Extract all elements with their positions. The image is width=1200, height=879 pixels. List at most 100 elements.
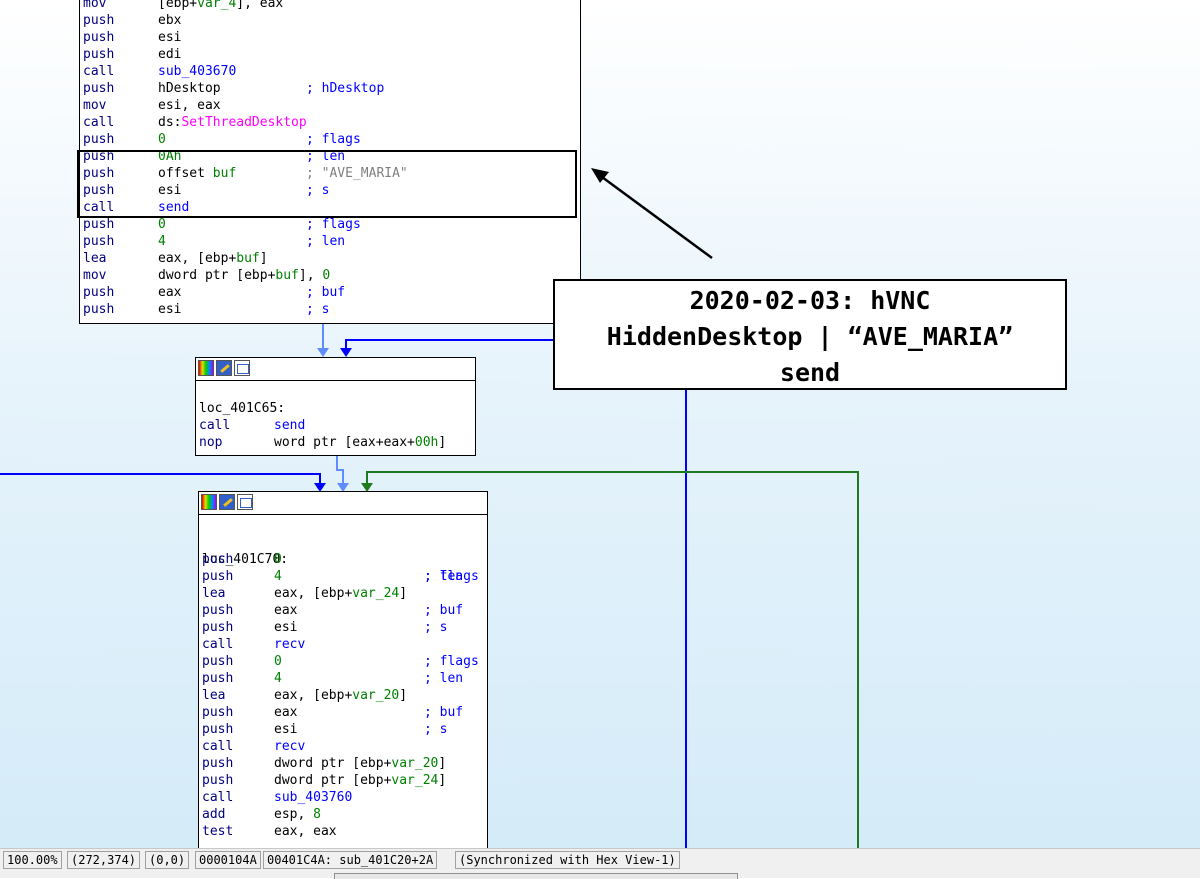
operand: ds:SetThreadDesktop: [158, 115, 307, 130]
comment: ; flags: [306, 132, 361, 147]
asm-line[interactable]: lea eax, [ebp+var_20]: [202, 687, 407, 704]
asm-line[interactable]: call sub_403760: [202, 789, 352, 806]
code-block-loc-401c70[interactable]: loc_401C70: ; flags push 0 push 4 ; len lea ea…: [198, 491, 488, 848]
annotation-arrow: [601, 175, 713, 260]
node-header: [196, 358, 475, 381]
operand: ebx: [158, 13, 182, 28]
mnemonic: push: [83, 302, 115, 317]
mnemonic: add: [202, 807, 226, 822]
operand: sub_403670: [158, 64, 237, 79]
operand: hDesktop: [158, 81, 221, 96]
operand: recv: [274, 739, 306, 754]
edge-arrowhead: [317, 348, 329, 357]
operand: eax: [274, 705, 298, 720]
operand: dword ptr [ebp+buf], 0: [158, 268, 331, 283]
operand: 0Ah: [158, 149, 182, 164]
operand: dword ptr [ebp+var_24]: [274, 773, 447, 788]
graph-view[interactable]: mov [ebp+var_4], eax push ebx push esi push edi…: [0, 0, 1200, 848]
mnemonic: push: [202, 722, 234, 737]
operand: esi: [158, 30, 182, 45]
mnemonic: test: [202, 824, 234, 839]
asm-line[interactable]: lea eax, [ebp+var_24]: [202, 585, 407, 602]
asm-line[interactable]: push eax ; buf: [202, 602, 463, 619]
mnemonic: push: [83, 149, 115, 164]
asm-line[interactable]: push esi ; s: [202, 619, 447, 636]
operand: esi: [158, 183, 182, 198]
mnemonic: lea: [202, 586, 226, 601]
mnemonic: call: [83, 64, 115, 79]
operand: word ptr [eax+eax+00h]: [274, 435, 447, 450]
mnemonic: push: [202, 603, 234, 618]
operand: offset buf: [158, 166, 237, 181]
comment: ; len: [424, 569, 464, 584]
mnemonic: push: [83, 132, 115, 147]
edge-loc-401c65-to-loc-401c70: [336, 455, 344, 486]
comment: ; s: [306, 302, 330, 317]
operand: 0: [274, 552, 282, 567]
operand: 0: [158, 132, 166, 147]
mnemonic: push: [83, 13, 115, 28]
asm-line[interactable]: push dword ptr [ebp+var_20]: [202, 755, 446, 772]
comment: ; len: [306, 149, 346, 164]
code-block-loc-401c65[interactable]: loc_401C65: call send nop word ptr [eax+eax…: [195, 357, 476, 456]
color-icon[interactable]: [198, 360, 214, 376]
mnemonic: push: [202, 773, 234, 788]
graph-icon[interactable]: [234, 360, 250, 376]
annotation-box: 2020-02-03: hVNC HiddenDesktop | “AVE_MA…: [553, 279, 1067, 390]
current-address: 00401C4A: sub_401C20+2A: [263, 851, 438, 869]
operand: 0: [274, 654, 282, 669]
operand: dword ptr [ebp+var_20]: [274, 756, 447, 771]
annotation-line-3: send: [779, 358, 841, 387]
asm-line[interactable]: push esi ; s: [202, 721, 447, 738]
mnemonic: push: [83, 234, 115, 249]
comment: ; s: [424, 722, 448, 737]
edit-icon[interactable]: [216, 360, 232, 376]
mnemonic: push: [83, 285, 115, 300]
operand: esi: [274, 620, 298, 635]
asm-line[interactable]: push eax ; buf: [202, 704, 463, 721]
mouse-coords: (272,374): [67, 851, 141, 869]
mnemonic: push: [202, 671, 234, 686]
operand: 4: [158, 234, 166, 249]
asm-line[interactable]: push 0 ; flags: [202, 653, 479, 670]
block-label: loc_401C70: ; flags: [202, 552, 479, 584]
code-block-1[interactable]: mov [ebp+var_4], eax push ebx push esi push edi…: [79, 0, 581, 324]
asm-line[interactable]: push 4 ; len: [202, 568, 463, 585]
asm-line[interactable]: push 0: [202, 551, 282, 568]
asm-line[interactable]: add esp, 8: [202, 806, 321, 823]
mnemonic: call: [83, 115, 115, 130]
asm-line[interactable]: call recv: [202, 636, 305, 653]
operand: eax, [ebp+var_20]: [274, 688, 408, 703]
edit-icon[interactable]: [219, 494, 235, 510]
asm-line[interactable]: test eax, eax: [202, 823, 337, 840]
asm-line[interactable]: push dword ptr [ebp+var_24]: [202, 772, 446, 789]
operand: eax, [ebp+var_24]: [274, 586, 408, 601]
mnemonic: call: [202, 739, 234, 754]
color-icon[interactable]: [201, 494, 217, 510]
mnemonic: push: [202, 705, 234, 720]
edge-left-to-loc-401c70: [0, 473, 321, 486]
comment: ; len: [424, 671, 464, 686]
mnemonic: mov: [83, 98, 107, 113]
comment: ; s: [306, 183, 330, 198]
comment: ; flags: [306, 217, 361, 232]
annotation-line-1: 2020-02-03: hVNC: [689, 286, 931, 315]
operand: esi: [158, 302, 182, 317]
comment: ; buf: [424, 603, 464, 618]
mnemonic: lea: [83, 251, 107, 266]
operand: send: [274, 418, 306, 433]
graph-icon[interactable]: [237, 494, 253, 510]
comment: ; buf: [424, 705, 464, 720]
operand: send: [158, 200, 190, 215]
annotation-line-2: HiddenDesktop | “AVE_MARIA”: [606, 322, 1014, 351]
asm-line[interactable]: call recv: [202, 738, 305, 755]
file-offset: 0000104A: [195, 851, 261, 869]
graph-origin: (0,0): [145, 851, 190, 869]
edge-arrowhead: [340, 348, 352, 357]
mnemonic: push: [202, 756, 234, 771]
asm-line[interactable]: push 4 ; len: [202, 670, 463, 687]
operand: eax: [274, 603, 298, 618]
horizontal-scrollbar[interactable]: [334, 873, 738, 879]
sync-status: (Synchronized with Hex View-1): [455, 851, 680, 869]
operand: edi: [158, 47, 182, 62]
